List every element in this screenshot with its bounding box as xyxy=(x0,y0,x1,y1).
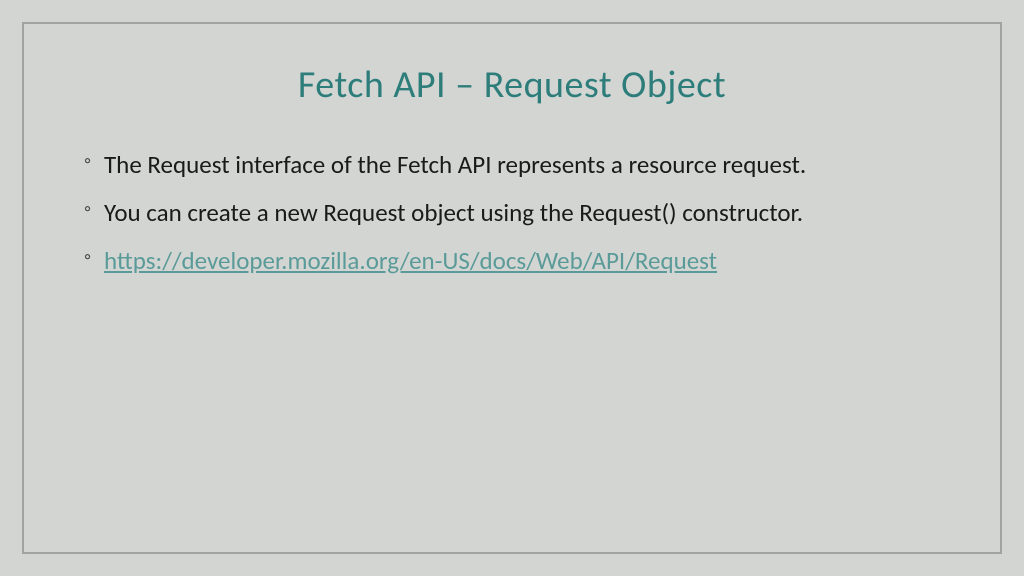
bullet-list: The Request interface of the Fetch API r… xyxy=(72,148,952,277)
bullet-text: You can create a new Request object usin… xyxy=(104,197,803,228)
slide-frame: Fetch API – Request Object The Request i… xyxy=(22,22,1002,554)
bullet-text: The Request interface of the Fetch API r… xyxy=(104,149,806,180)
list-item: You can create a new Request object usin… xyxy=(84,196,952,230)
bullet-link[interactable]: https://developer.mozilla.org/en-US/docs… xyxy=(104,245,717,276)
list-item: https://developer.mozilla.org/en-US/docs… xyxy=(84,244,952,278)
list-item: The Request interface of the Fetch API r… xyxy=(84,148,952,182)
slide-title: Fetch API – Request Object xyxy=(72,62,952,108)
